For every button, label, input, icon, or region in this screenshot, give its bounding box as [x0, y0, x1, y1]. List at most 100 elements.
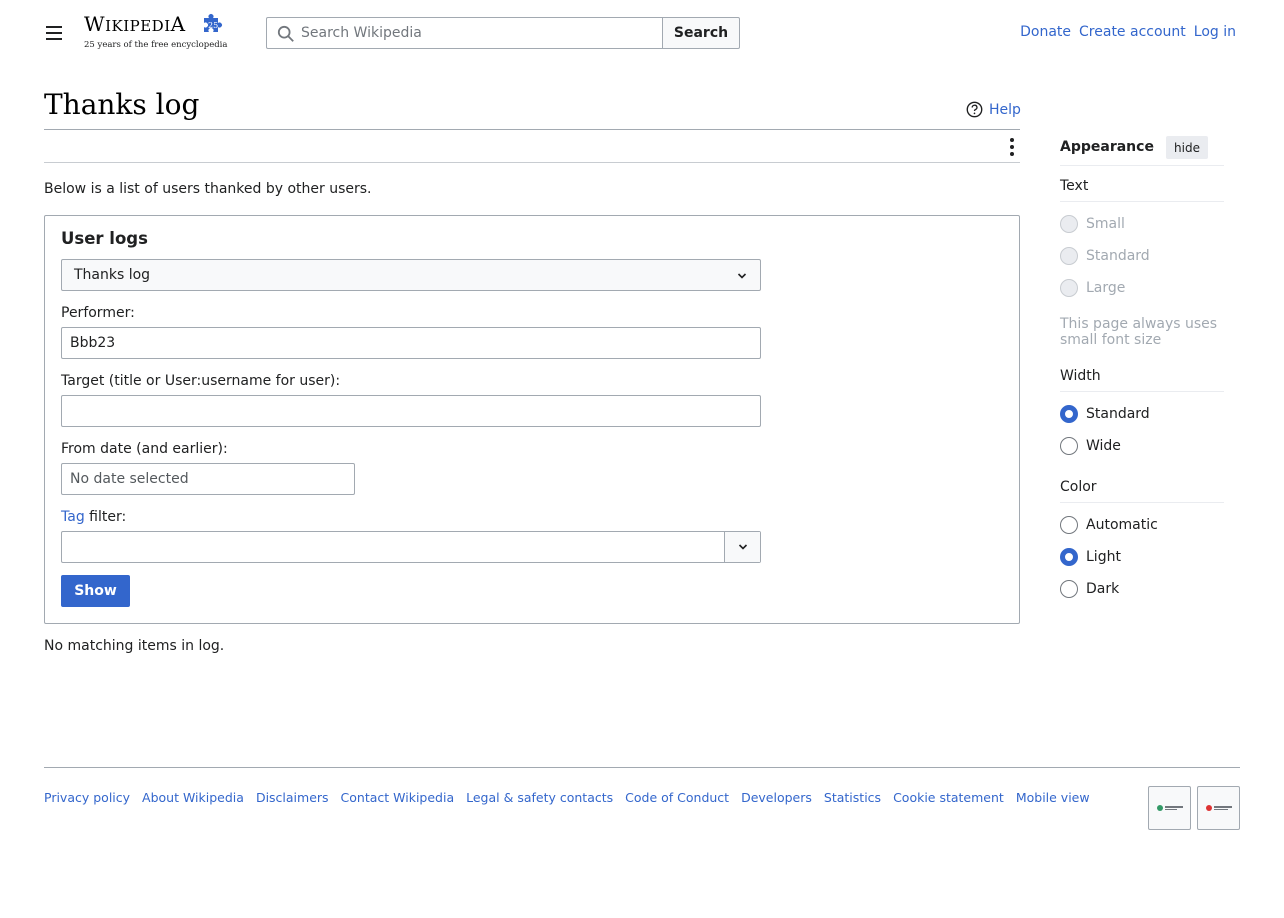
- text-size-standard-label: Standard: [1086, 248, 1150, 264]
- search-input[interactable]: [301, 18, 651, 48]
- appearance-header: Appearance hide: [1060, 136, 1224, 166]
- footer-link-developers[interactable]: Developers: [741, 790, 812, 805]
- width-standard-label: Standard: [1086, 406, 1150, 422]
- tag-filter-label-text: filter:: [84, 509, 127, 525]
- width-standard-option[interactable]: Standard: [1060, 405, 1150, 423]
- target-input[interactable]: [61, 395, 761, 427]
- appearance-hide-button[interactable]: hide: [1166, 136, 1208, 159]
- text-size-section: Text: [1060, 178, 1224, 202]
- tag-filter-input[interactable]: [62, 532, 724, 562]
- title-divider: [44, 129, 1020, 130]
- radio-large: [1060, 279, 1078, 297]
- log-in-link[interactable]: Log in: [1194, 24, 1236, 40]
- color-dark-label: Dark: [1086, 581, 1120, 597]
- hamburger-icon-bar: [46, 32, 62, 34]
- footer-link-contact-wikipedia[interactable]: Contact Wikipedia: [341, 790, 455, 805]
- search-form: Search: [266, 17, 740, 49]
- text-size-note: This page always uses small font size: [1060, 316, 1218, 348]
- text-size-standard-option: Standard: [1060, 247, 1150, 265]
- width-wide-label: Wide: [1086, 438, 1121, 454]
- text-size-large-option: Large: [1060, 279, 1125, 297]
- footer-divider: [44, 767, 1240, 768]
- tag-link[interactable]: Tag: [61, 509, 85, 525]
- intro-text: Below is a list of users thanked by othe…: [44, 181, 372, 197]
- text-size-small-option: Small: [1060, 215, 1125, 233]
- wikimedia-logo-icon: [1156, 805, 1183, 811]
- puzzle-25-icon: 25: [204, 14, 222, 32]
- help-label[interactable]: Help: [989, 102, 1021, 118]
- text-size-small-label: Small: [1086, 216, 1125, 232]
- no-items-message: No matching items in log.: [44, 638, 225, 654]
- chevron-down-icon: [738, 544, 748, 550]
- radio-color-automatic[interactable]: [1060, 516, 1078, 534]
- color-dark-option[interactable]: Dark: [1060, 580, 1119, 598]
- color-automatic-label: Automatic: [1086, 517, 1158, 533]
- footer-link-privacy-policy[interactable]: Privacy policy: [44, 790, 130, 805]
- radio-standard: [1060, 247, 1078, 265]
- target-label: Target (title or User:username for user)…: [61, 373, 341, 389]
- radio-color-light[interactable]: [1060, 548, 1078, 566]
- footer-link-about-wikipedia[interactable]: About Wikipedia: [142, 790, 244, 805]
- footer-link-disclaimers[interactable]: Disclaimers: [256, 790, 329, 805]
- from-date-input[interactable]: [61, 463, 355, 495]
- help-icon: [966, 101, 983, 118]
- color-light-label: Light: [1086, 549, 1121, 565]
- user-links: Donate Create account Log in: [1020, 24, 1236, 40]
- ellipsis-icon-dot: [1010, 152, 1014, 156]
- user-logs-form: User logs Thanks log Performer: Target (…: [44, 215, 1020, 624]
- color-automatic-option[interactable]: Automatic: [1060, 516, 1158, 534]
- radio-small: [1060, 215, 1078, 233]
- color-section-title: Color: [1060, 479, 1224, 503]
- footer-links: Privacy policy About Wikipedia Disclaime…: [44, 790, 1090, 805]
- help-link[interactable]: Help: [966, 101, 1021, 118]
- toolbar-divider: [44, 162, 1020, 163]
- mediawiki-logo-icon: [1205, 805, 1232, 811]
- powered-by-mediawiki-badge[interactable]: [1197, 786, 1240, 830]
- log-type-selected: Thanks log: [74, 267, 151, 283]
- logo-badge-text: 25: [208, 21, 218, 30]
- search-box[interactable]: [266, 17, 663, 49]
- footer-link-statistics[interactable]: Statistics: [824, 790, 881, 805]
- appearance-title: Appearance: [1060, 139, 1154, 155]
- search-button[interactable]: Search: [662, 17, 740, 49]
- tag-filter-label: Tag filter:: [61, 509, 126, 525]
- color-light-option[interactable]: Light: [1060, 548, 1121, 566]
- text-size-large-label: Large: [1086, 280, 1126, 296]
- ellipsis-icon-dot: [1010, 138, 1014, 142]
- form-legend: User logs: [61, 229, 148, 248]
- hamburger-icon-bar: [46, 26, 62, 28]
- color-section: Color: [1060, 479, 1224, 503]
- text-section-title: Text: [1060, 178, 1224, 202]
- tag-filter-combobox: [61, 531, 761, 563]
- logo-wordmark: WIKIPEDIA: [84, 12, 186, 36]
- donate-link[interactable]: Donate: [1020, 24, 1071, 40]
- performer-input[interactable]: [61, 327, 761, 359]
- footer-link-mobile-view[interactable]: Mobile view: [1016, 790, 1090, 805]
- performer-label: Performer:: [61, 305, 135, 321]
- wikipedia-logo[interactable]: WIKIPEDIA 25 25 years of the free encycl…: [84, 12, 234, 54]
- search-icon: [277, 25, 294, 42]
- log-type-dropdown[interactable]: Thanks log: [61, 259, 761, 291]
- logo-tagline: 25 years of the free encyclopedia: [84, 40, 228, 50]
- footer-link-legal-safety[interactable]: Legal & safety contacts: [466, 790, 613, 805]
- radio-color-dark[interactable]: [1060, 580, 1078, 598]
- footer-link-code-of-conduct[interactable]: Code of Conduct: [625, 790, 729, 805]
- width-section-title: Width: [1060, 368, 1224, 392]
- footer-link-cookie-statement[interactable]: Cookie statement: [893, 790, 1004, 805]
- width-section: Width: [1060, 368, 1224, 392]
- hamburger-icon-bar: [46, 38, 62, 40]
- more-options-button[interactable]: [1002, 136, 1022, 158]
- page-title: Thanks log: [44, 88, 200, 121]
- chevron-down-icon: [737, 273, 747, 279]
- ellipsis-icon-dot: [1010, 145, 1014, 149]
- create-account-link[interactable]: Create account: [1079, 24, 1186, 40]
- radio-width-standard[interactable]: [1060, 405, 1078, 423]
- show-button[interactable]: Show: [61, 575, 130, 607]
- tag-filter-dropdown-button[interactable]: [724, 532, 760, 562]
- main-menu-button[interactable]: [38, 17, 70, 49]
- header: WIKIPEDIA 25 25 years of the free encycl…: [0, 0, 1284, 66]
- width-wide-option[interactable]: Wide: [1060, 437, 1121, 455]
- radio-width-wide[interactable]: [1060, 437, 1078, 455]
- wikimedia-foundation-badge[interactable]: [1148, 786, 1191, 830]
- from-date-label: From date (and earlier):: [61, 441, 228, 457]
